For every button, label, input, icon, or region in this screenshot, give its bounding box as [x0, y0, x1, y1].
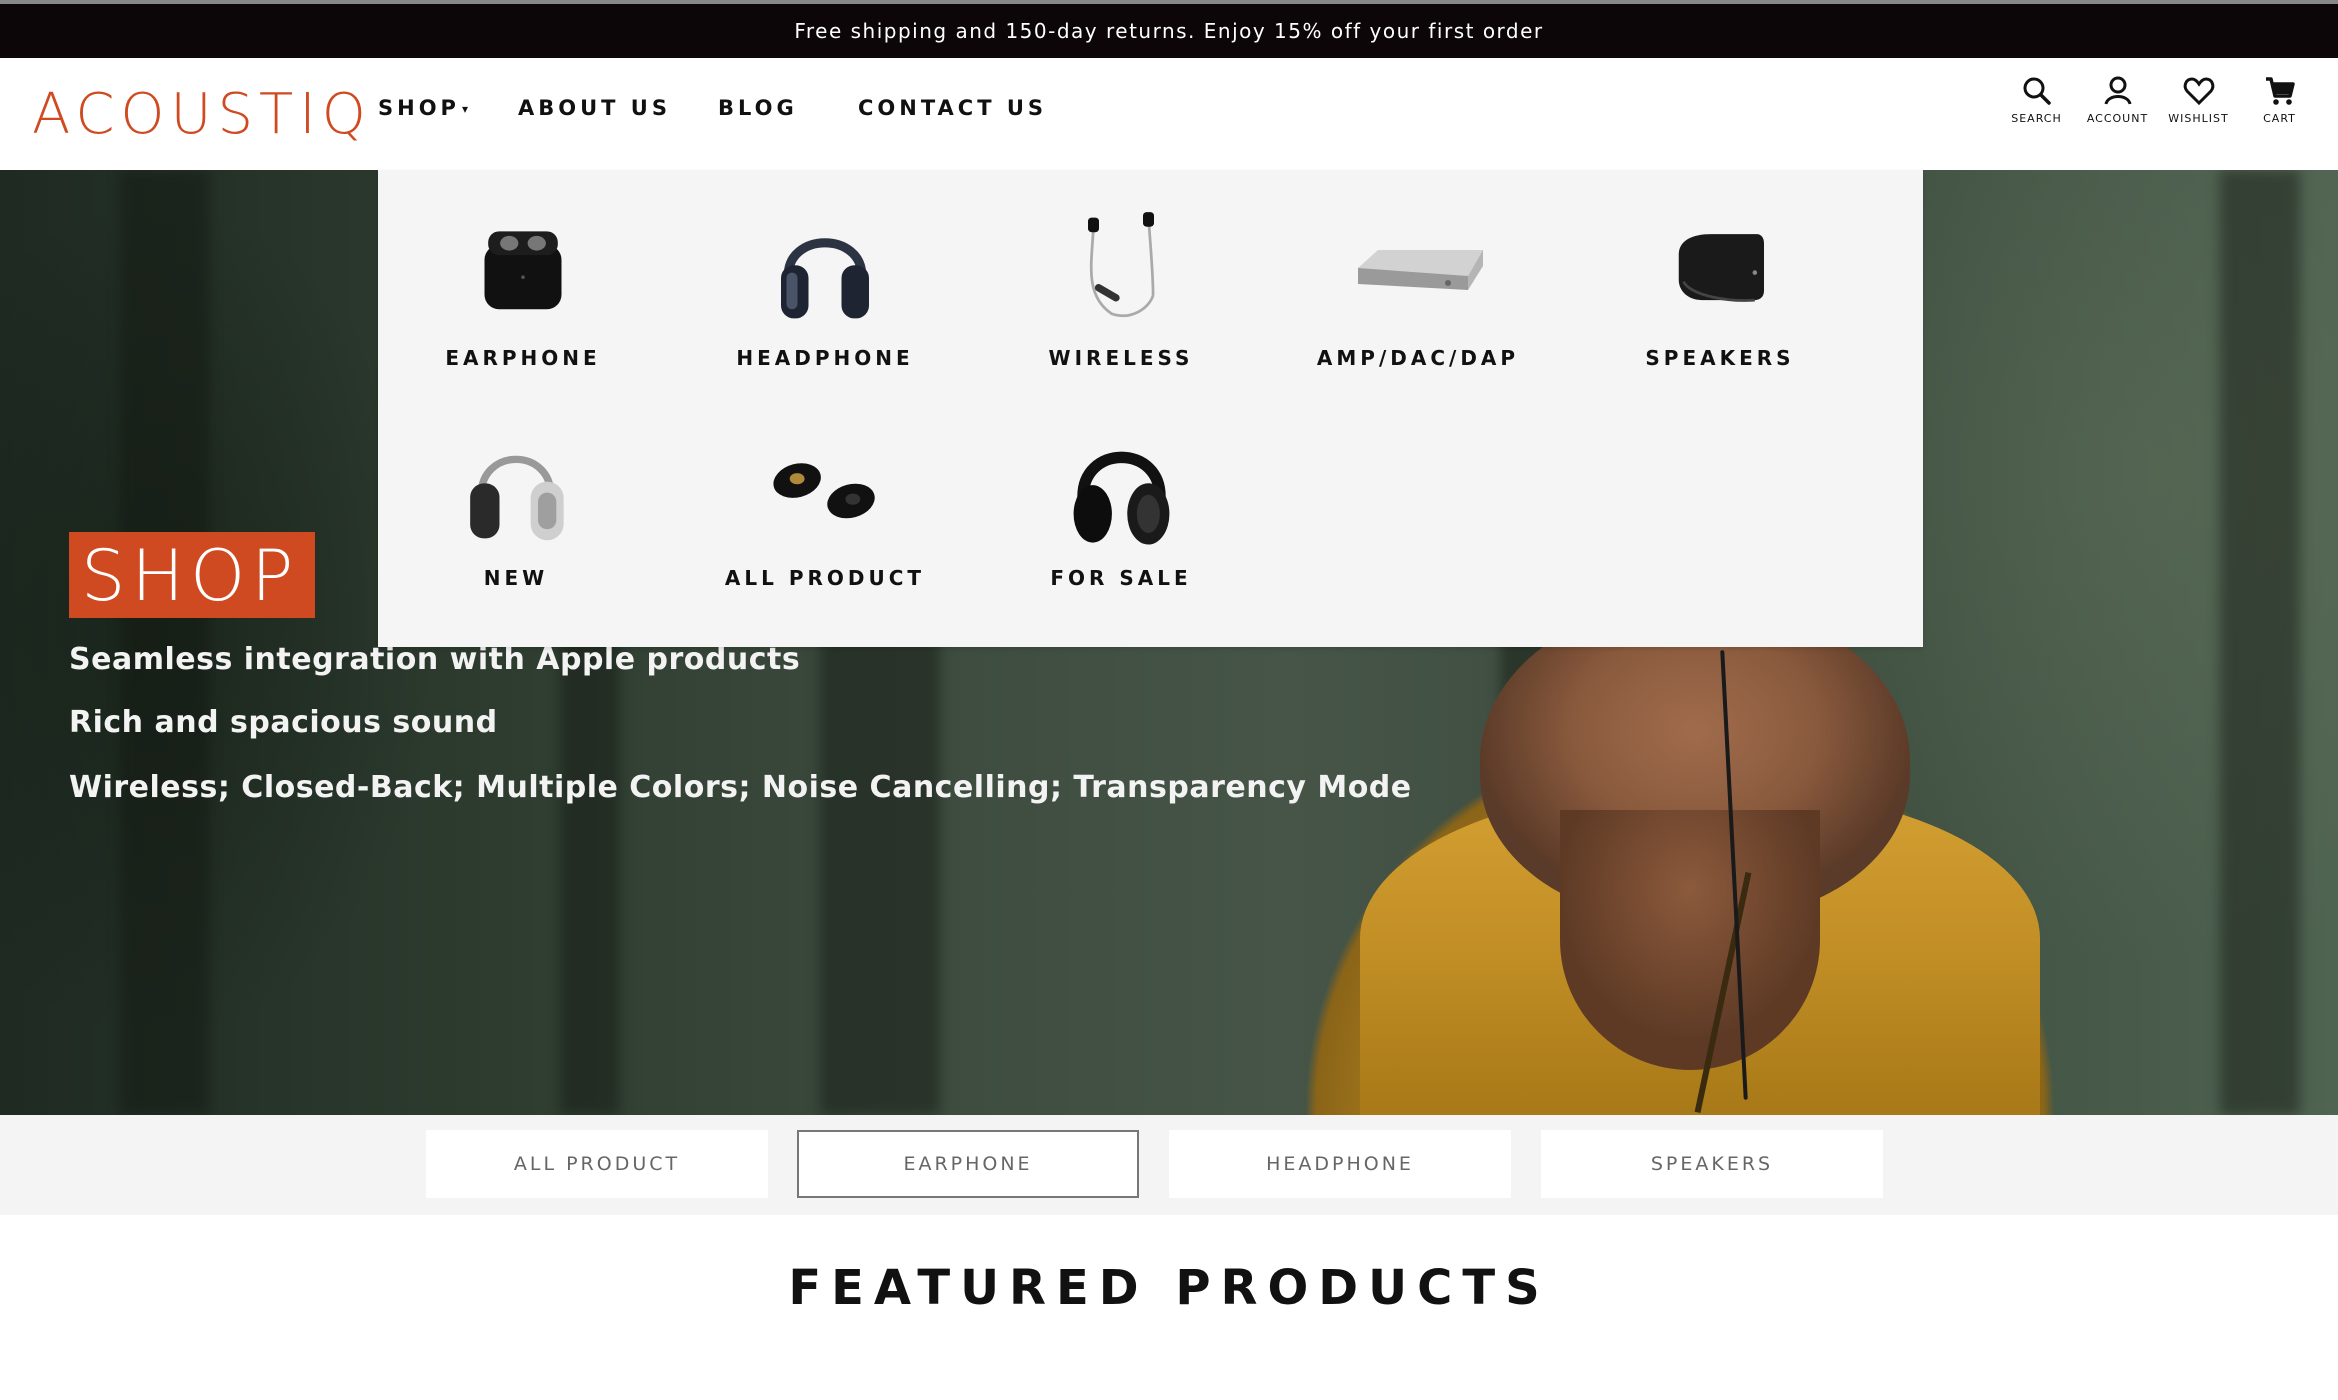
- heart-icon: [2183, 77, 2214, 106]
- filter-all-product[interactable]: ALL PRODUCT: [426, 1130, 768, 1198]
- mega-item-for-sale[interactable]: FOR SALE: [1001, 418, 1241, 590]
- hero-shop-badge[interactable]: SHOP: [69, 532, 316, 618]
- nav-item-shop[interactable]: SHOP ▾: [378, 96, 518, 120]
- mega-item-headphone[interactable]: HEADPHONE: [705, 198, 945, 370]
- speaker-image: [1645, 198, 1795, 338]
- filter-speakers[interactable]: SPEAKERS: [1541, 1130, 1883, 1198]
- hero-line-3: Wireless; Closed-Back; Multiple Colors; …: [69, 770, 1412, 805]
- nav-item-contact-us[interactable]: CONTACT US: [858, 96, 1047, 120]
- promo-text: Free shipping and 150-day returns. Enjoy…: [794, 19, 1544, 43]
- site-header: ACOUSTIQ SHOP ▾ ABOUT US BLOG CONTACT US …: [0, 58, 2338, 170]
- wishlist-button[interactable]: WISHLIST: [2158, 74, 2239, 125]
- mega-item-label: SPEAKERS: [1645, 346, 1795, 370]
- mega-item-label: WIRELESS: [1048, 346, 1194, 370]
- category-filter-bar: ALL PRODUCT EARPHONE HEADPHONE SPEAKERS: [0, 1115, 2338, 1215]
- filter-headphone[interactable]: HEADPHONE: [1169, 1130, 1511, 1198]
- mega-item-label: FOR SALE: [1050, 566, 1192, 590]
- hero-text: SHOP Seamless integration with Apple pro…: [69, 532, 1411, 805]
- wishlist-label: WISHLIST: [2168, 112, 2229, 125]
- nav-shop-label: SHOP: [378, 96, 460, 120]
- cart-label: CART: [2263, 112, 2296, 125]
- mega-item-label: EARPHONE: [445, 346, 601, 370]
- neckband-earphone-image: [1046, 198, 1196, 338]
- account-button[interactable]: ACCOUNT: [2077, 74, 2158, 125]
- nav-item-blog[interactable]: BLOG: [718, 96, 858, 120]
- search-label: SEARCH: [2011, 112, 2062, 125]
- account-label: ACCOUNT: [2086, 112, 2149, 125]
- main-nav: SHOP ▾ ABOUT US BLOG CONTACT US: [378, 96, 1047, 120]
- earbuds-case-image: [448, 198, 598, 338]
- nav-item-about-us[interactable]: ABOUT US: [518, 96, 718, 120]
- white-headphone-image: [441, 418, 591, 558]
- search-button[interactable]: SEARCH: [1996, 74, 2077, 125]
- cart-icon: [2265, 77, 2295, 105]
- mega-item-label: NEW: [483, 566, 549, 590]
- mega-item-earphone[interactable]: EARPHONE: [403, 198, 643, 370]
- search-icon: [2023, 77, 2051, 105]
- featured-products-heading: FEATURED PRODUCTS: [788, 1260, 1550, 1316]
- hero-line-2: Rich and spacious sound: [69, 705, 498, 740]
- promo-bar: Free shipping and 150-day returns. Enjoy…: [0, 0, 2338, 58]
- true-wireless-earbuds-image: [750, 418, 900, 558]
- hero-person-neck: [1560, 810, 1820, 1070]
- user-icon: [2104, 76, 2131, 105]
- chevron-down-icon: ▾: [461, 102, 472, 116]
- amplifier-image: [1343, 198, 1493, 338]
- filter-earphone[interactable]: EARPHONE: [797, 1130, 1139, 1198]
- headphone-image: [750, 198, 900, 338]
- black-headphone-image: [1046, 418, 1196, 558]
- mega-item-label: AMP/DAC/DAP: [1316, 346, 1520, 370]
- header-utilities: SEARCH ACCOUNT WISHLIST CART: [1996, 74, 2320, 125]
- mega-item-amp-dac-dap[interactable]: AMP/DAC/DAP: [1298, 198, 1538, 370]
- mega-item-wireless[interactable]: WIRELESS: [1001, 198, 1241, 370]
- brand-logo[interactable]: ACOUSTIQ: [32, 82, 372, 147]
- mega-item-label: ALL PRODUCT: [724, 566, 926, 590]
- background-tree: [2220, 170, 2300, 1115]
- cart-button[interactable]: CART: [2239, 74, 2320, 125]
- shop-mega-menu: EARPHONE HEADPHONE WIRELESS AMP/DAC/DAP …: [378, 170, 1923, 647]
- mega-item-label: HEADPHONE: [736, 346, 914, 370]
- hero-line-1: Seamless integration with Apple products: [69, 642, 801, 677]
- mega-item-new[interactable]: NEW: [396, 418, 636, 590]
- mega-item-speakers[interactable]: SPEAKERS: [1600, 198, 1840, 370]
- mega-item-all-product[interactable]: ALL PRODUCT: [705, 418, 945, 590]
